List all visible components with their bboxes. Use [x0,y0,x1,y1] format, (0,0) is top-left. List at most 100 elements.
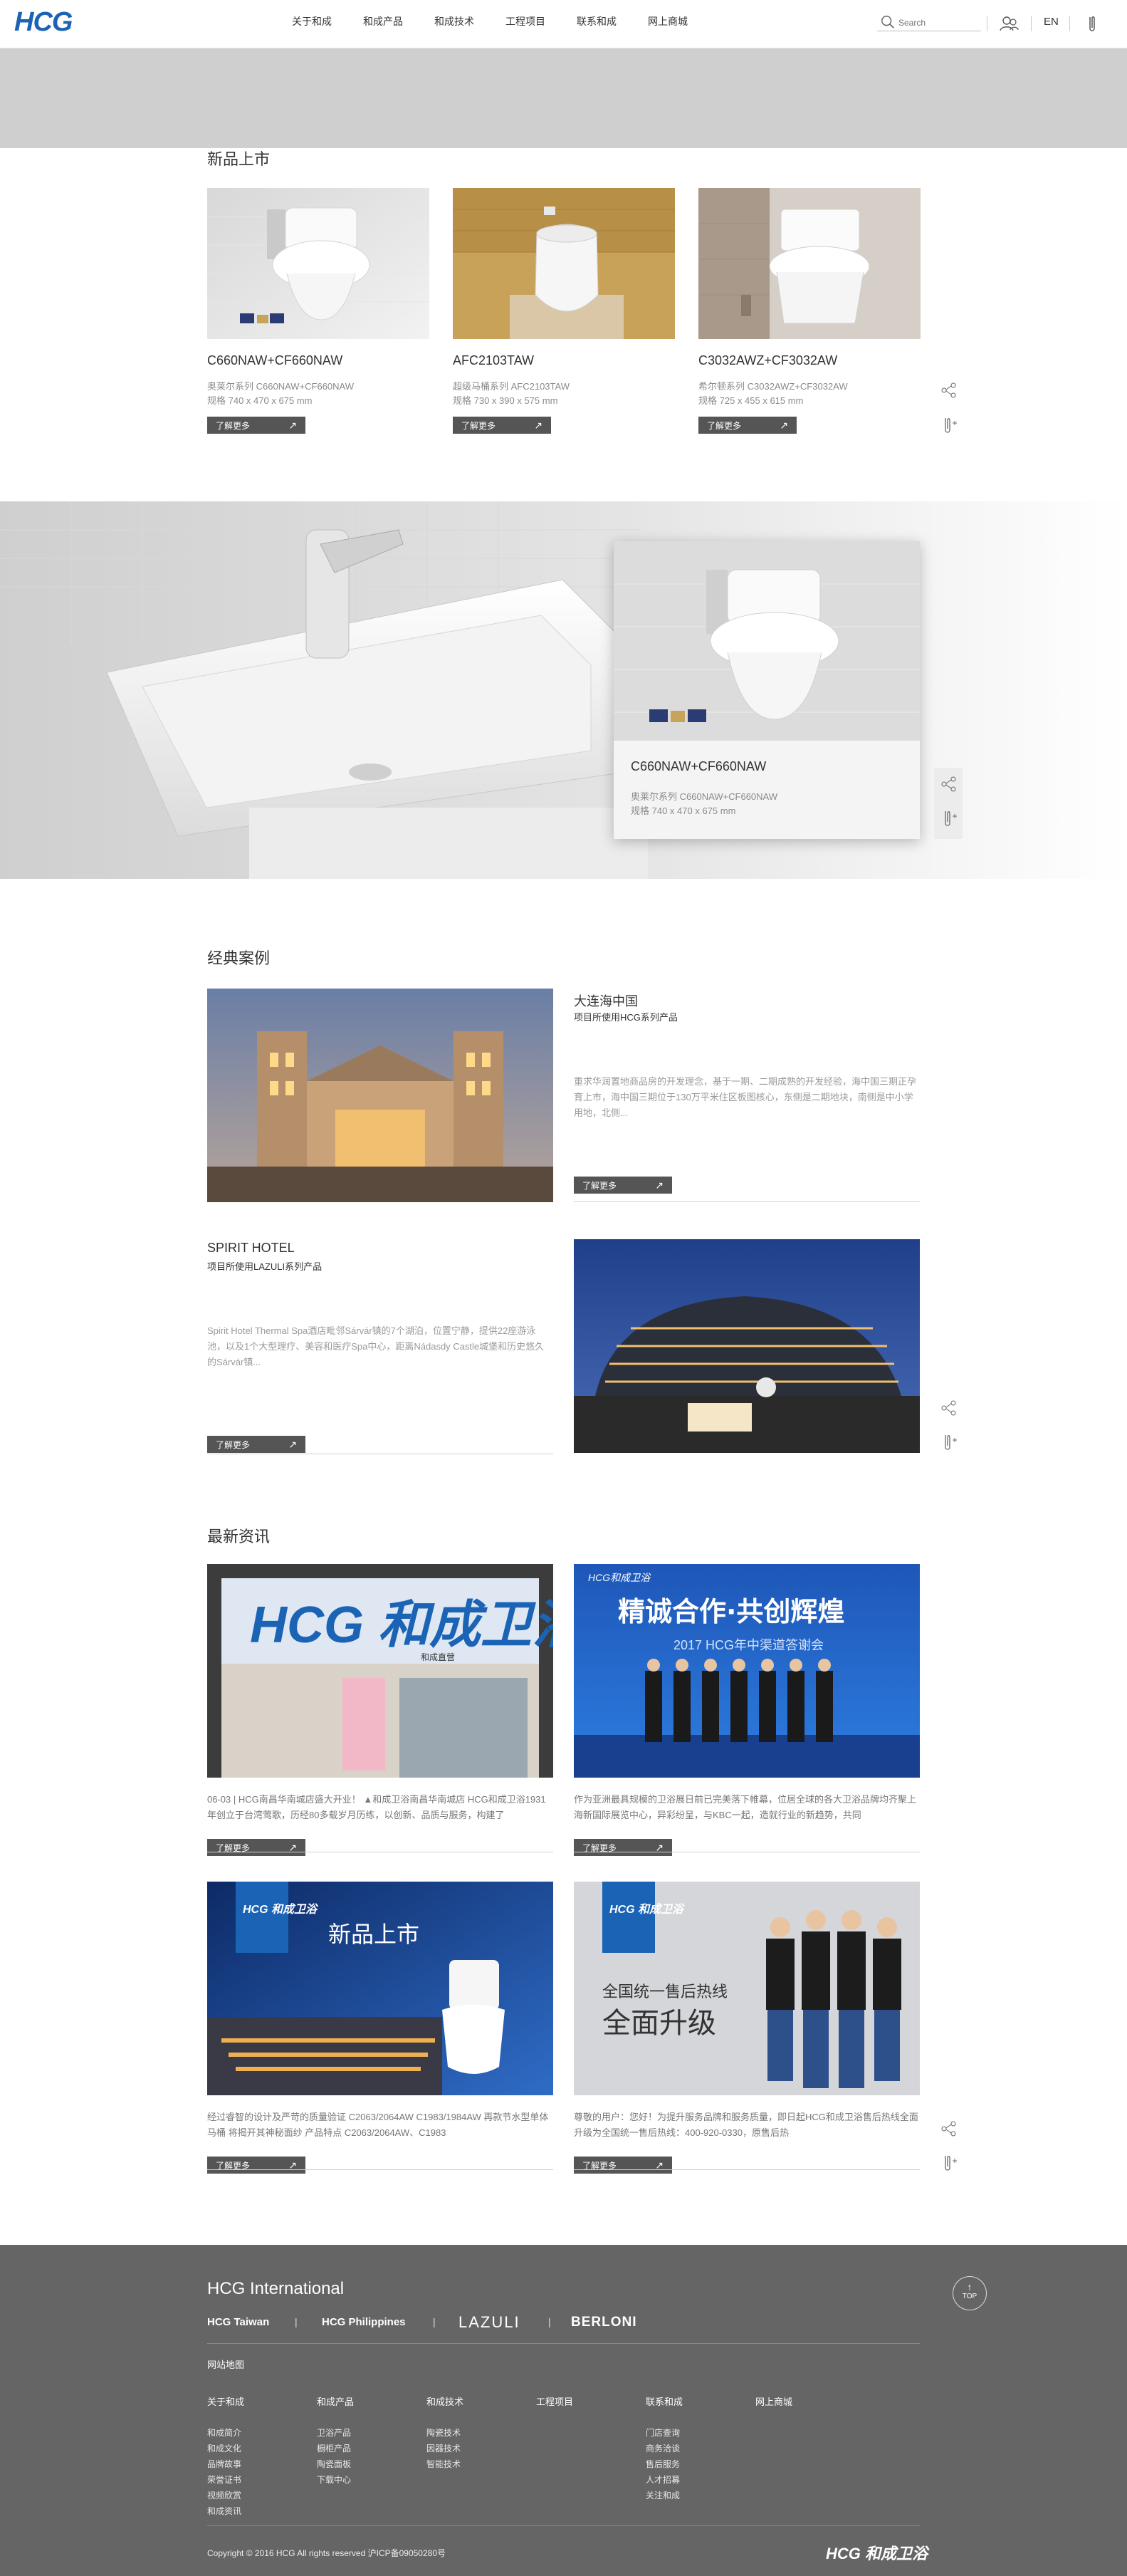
arrow-up-right-icon: ↗ [780,419,788,431]
learn-more-button[interactable]: 了解更多 ↗ [207,417,305,434]
footer-col-head[interactable]: 和成产品 [317,2394,388,2408]
banner-line1: 全国统一售后热线 [602,1983,728,2001]
footer-link[interactable]: 卫浴产品 [317,2425,388,2441]
product-image[interactable] [698,188,921,339]
brand-link-berloni[interactable]: BERLONI [571,2315,637,2330]
paperclip-icon[interactable] [938,2152,960,2174]
hcg-logo[interactable]: HCG [14,7,73,38]
paperclip-icon[interactable] [938,808,960,829]
footer-link[interactable]: 视频欣赏 [207,2488,278,2503]
back-to-top-button[interactable]: ↑ TOP [953,2276,987,2310]
footer-link[interactable]: 品牌故事 [207,2456,278,2472]
footer-link[interactable]: 门店查询 [646,2425,717,2441]
arrow-up-right-icon: ↗ [288,419,297,431]
nav-about[interactable]: 关于和成 [292,14,332,28]
case-title[interactable]: 大连海中国 [574,991,638,1010]
learn-more-label: 了解更多 [461,420,496,431]
news-image-conference[interactable]: HCG和成卫浴 精诚合作·共创辉煌 2017 HCG年中渠道答谢会 [574,1564,920,1778]
product-name[interactable]: AFC2103TAW [453,353,675,368]
search-icon[interactable] [880,14,896,30]
product-name[interactable]: C660NAW+CF660NAW [207,353,429,368]
news-image-new-product[interactable]: HCG 和成卫浴 新品上市 [207,1882,553,2095]
footer-logo[interactable]: HCG 和成卫浴 [826,2541,928,2564]
footer-link[interactable]: 陶瓷技术 [426,2425,498,2441]
featured-product-card[interactable]: C660NAW+CF660NAW 奥莱尔系列 C660NAW+CF660NAW … [614,541,920,839]
news-description: 作为亚洲最具规模的卫浴展日前已完美落下帷幕，位居全球的各大卫浴品牌均齐聚上海新国… [574,1794,917,1820]
arrow-up-right-icon: ↗ [655,1179,664,1191]
user-icon[interactable] [998,13,1019,34]
footer-link[interactable]: 智能技术 [426,2456,498,2472]
paperclip-icon[interactable] [938,414,960,436]
product-series: 超级马桶系列 AFC2103TAW [453,381,570,392]
brand-separator: | [433,2316,436,2327]
learn-more-button[interactable]: 了解更多 ↗ [453,417,551,434]
brand-link-lazuli[interactable]: LAZULI [458,2313,520,2332]
footer-col-head[interactable]: 联系和成 [646,2394,717,2408]
arrow-up-icon: ↑ [967,2281,973,2293]
footer-divider [207,2525,920,2526]
case-image-dalian[interactable] [207,989,553,1202]
share-icon[interactable] [938,2118,960,2139]
learn-more-button[interactable]: 了解更多 ↗ [207,2157,305,2174]
banner-subtitle: 2017 HCG年中渠道答谢会 [673,1638,824,1652]
footer-col-head[interactable]: 工程项目 [536,2394,607,2408]
news-title: 最新资讯 [207,1528,271,1545]
nav-technology[interactable]: 和成技术 [434,14,474,28]
banner-line2: 全面升级 [602,2007,716,2040]
footer-link[interactable]: 和成资讯 [207,2503,278,2519]
nav-projects[interactable]: 工程项目 [505,14,545,28]
news-image-hotline[interactable]: HCG 和成卫浴 全国统一售后热线 全面升级 [574,1882,920,2095]
banner-title: 精诚合作·共创辉煌 [618,1596,844,1627]
nav-contact[interactable]: 联系和成 [577,14,617,28]
banner-placeholder [0,48,1127,148]
footer-link[interactable]: 橱柜产品 [317,2441,388,2456]
nav-shop[interactable]: 网上商城 [648,14,688,28]
product-image[interactable] [207,188,429,339]
news-image-store[interactable]: HCG 和成卫浴 和成直营 [207,1564,553,1778]
search-input[interactable] [898,16,977,30]
footer-col-head[interactable]: 和成技术 [426,2394,498,2408]
footer-link[interactable]: 售后服务 [646,2456,717,2472]
footer-column: 网上商城 [755,2394,827,2408]
paperclip-icon[interactable] [938,1432,960,1453]
footer-link[interactable]: 陶瓷面板 [317,2456,388,2472]
footer-link[interactable]: 人才招募 [646,2472,717,2488]
learn-more-button[interactable]: 了解更多 ↗ [574,1839,672,1856]
learn-more-button[interactable]: 了解更多 ↗ [207,1839,305,1856]
footer-link[interactable]: 和成文化 [207,2441,278,2456]
paperclip-icon[interactable] [1085,13,1099,34]
brand-link-philippines[interactable]: HCG Philippines [322,2316,406,2328]
nav-products[interactable]: 和成产品 [363,14,403,28]
arrow-up-right-icon: ↗ [534,419,542,431]
share-icon[interactable] [938,380,960,401]
footer-link[interactable]: 荣誉证书 [207,2472,278,2488]
featured-product-name[interactable]: C660NAW+CF660NAW [631,759,766,774]
site-header: HCG 关于和成 和成产品 和成技术 工程项目 联系和成 网上商城 EN [0,0,1127,48]
product-card: C3032AWZ+CF3032AW 希尔顿系列 C3032AWZ+CF3032A… [698,188,921,434]
language-switch[interactable]: EN [1044,16,1059,28]
brand-link-taiwan[interactable]: HCG Taiwan [207,2316,269,2328]
sitemap-label[interactable]: 网站地图 [207,2357,244,2371]
learn-more-button[interactable]: 了解更多 ↗ [207,1436,305,1453]
product-image[interactable] [453,188,675,339]
footer-link[interactable]: 和成简介 [207,2425,278,2441]
learn-more-button[interactable]: 了解更多 ↗ [574,2157,672,2174]
footer-link[interactable]: 因器技术 [426,2441,498,2456]
new-products-title: 新品上市 [207,150,271,168]
learn-more-button[interactable]: 了解更多 ↗ [698,417,797,434]
share-icon[interactable] [938,773,960,795]
footer-col-head[interactable]: 关于和成 [207,2394,278,2408]
share-icon[interactable] [938,1397,960,1419]
footer-link[interactable]: 关注和成 [646,2488,717,2503]
footer-col-head[interactable]: 网上商城 [755,2394,827,2408]
product-card: C660NAW+CF660NAW 奥莱尔系列 C660NAW+CF660NAW … [207,188,429,434]
product-name[interactable]: C3032AWZ+CF3032AW [698,353,921,368]
product-spec: 规格 730 x 390 x 575 mm [453,395,558,406]
case-image-spirit-hotel[interactable] [574,1239,920,1453]
footer-link[interactable]: 商务洽谈 [646,2441,717,2456]
learn-more-button[interactable]: 了解更多 ↗ [574,1177,672,1194]
case-title[interactable]: SPIRIT HOTEL [207,1241,295,1256]
featured-product-spec: 规格 740 x 470 x 675 mm [631,805,736,816]
footer-link[interactable]: 下载中心 [317,2472,388,2488]
news-description: 06-03 | HCG南昌华南城店盛大开业！ ▲和成卫浴南昌华南城店 HCG和成… [207,1794,546,1820]
